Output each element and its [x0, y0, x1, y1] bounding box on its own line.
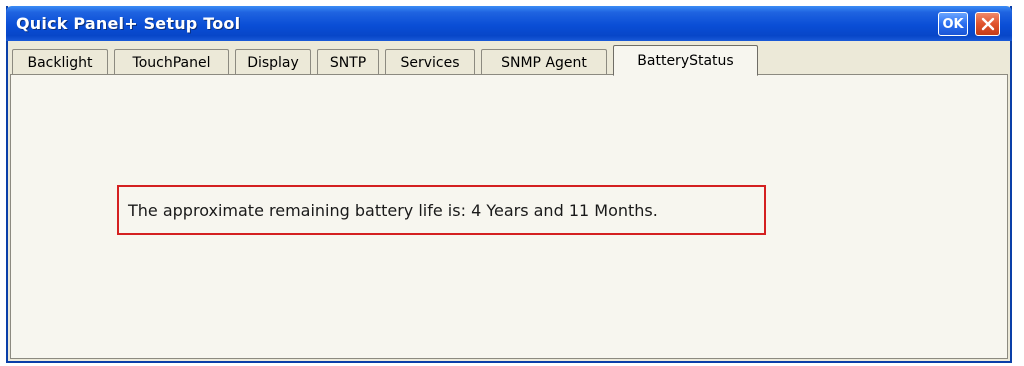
- close-button[interactable]: [975, 12, 1000, 36]
- tab-strip: Backlight TouchPanel Display SNTP Servic…: [8, 45, 1010, 76]
- tab-snmp-agent[interactable]: SNMP Agent: [481, 49, 607, 75]
- tab-backlight[interactable]: Backlight: [12, 49, 108, 75]
- ok-button[interactable]: OK: [938, 12, 968, 36]
- tab-batterystatus[interactable]: BatteryStatus: [613, 45, 758, 76]
- battery-life-highlight: The approximate remaining battery life i…: [117, 185, 766, 235]
- setup-tool-window: Quick Panel+ Setup Tool OK Backlight Tou…: [6, 6, 1012, 363]
- tab-display[interactable]: Display: [235, 49, 311, 75]
- window-title: Quick Panel+ Setup Tool: [16, 14, 241, 33]
- tab-sntp[interactable]: SNTP: [317, 49, 379, 75]
- tab-services[interactable]: Services: [385, 49, 475, 75]
- title-bar[interactable]: Quick Panel+ Setup Tool OK: [6, 6, 1012, 41]
- battery-life-message: The approximate remaining battery life i…: [128, 200, 658, 220]
- battery-status-panel: The approximate remaining battery life i…: [10, 74, 1008, 359]
- tab-touchpanel[interactable]: TouchPanel: [114, 49, 229, 75]
- close-icon: [981, 17, 995, 31]
